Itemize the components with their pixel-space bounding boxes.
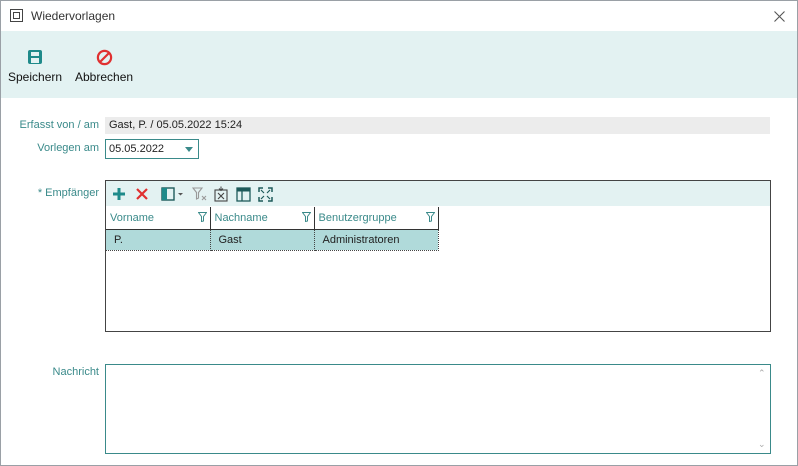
cell-benutzergruppe[interactable]: Administratoren (314, 228, 439, 251)
message-scrollbar[interactable]: ⌃ ⌄ (754, 365, 770, 453)
delete-x-icon (136, 188, 148, 200)
export-button[interactable] (212, 185, 230, 203)
clear-filter-icon (192, 187, 207, 201)
cancel-label: Abbrechen (75, 70, 134, 84)
table-row[interactable]: P. Gast Administratoren (106, 228, 439, 251)
ribbon-toolbar: Speichern Abbrechen (1, 31, 797, 98)
column-header-nachname[interactable]: Nachname (210, 207, 315, 230)
export-icon (214, 186, 228, 202)
scroll-down-icon[interactable]: ⌄ (758, 439, 766, 450)
close-button[interactable] (765, 3, 793, 29)
column-header-vorname[interactable]: Vorname (106, 207, 211, 230)
expand-button[interactable] (256, 185, 274, 203)
column-header-benutzergruppe[interactable]: Benutzergruppe (314, 207, 439, 230)
add-recipient-button[interactable] (110, 185, 128, 203)
plus-icon (113, 188, 125, 200)
cancel-button[interactable]: Abbrechen (75, 31, 133, 98)
cell-vorname[interactable]: P. (106, 228, 211, 251)
grid-toolbar (106, 181, 770, 206)
due-date-label: Vorlegen am (37, 142, 99, 154)
layout-button[interactable] (234, 185, 252, 203)
cancel-icon (95, 48, 113, 66)
filter-icon[interactable] (425, 212, 435, 225)
remove-recipient-button[interactable] (133, 185, 151, 203)
scroll-up-icon[interactable]: ⌃ (758, 368, 766, 379)
column-header-label: Vorname (110, 211, 155, 224)
message-label: Nachricht (52, 366, 99, 378)
column-chooser-button[interactable] (160, 185, 186, 203)
wiedervorlagen-window: Wiedervorlagen Speichern Abbrechen Erfas… (0, 0, 798, 466)
table-header-row: Vorname Nachname Benutzergruppe (106, 207, 439, 230)
due-date-dropdown[interactable]: 05.05.2022 (105, 139, 199, 159)
columns-icon (161, 187, 183, 201)
save-label: Speichern (8, 70, 63, 84)
save-button[interactable]: Speichern (8, 31, 62, 98)
recipients-label: * Empfänger (37, 187, 99, 199)
close-icon (773, 10, 785, 22)
created-value-field: Gast, P. / 05.05.2022 15:24 (105, 117, 770, 134)
expand-icon (257, 186, 273, 202)
chevron-down-icon[interactable] (185, 147, 193, 152)
column-header-label: Nachname (214, 211, 268, 224)
due-date-value: 05.05.2022 (109, 143, 165, 155)
recipients-table: Vorname Nachname Benutzergruppe P. Gast … (106, 207, 439, 251)
layout-icon (235, 186, 251, 202)
created-label: Erfasst von / am (19, 119, 99, 131)
cell-nachname[interactable]: Gast (210, 228, 315, 251)
title-bar: Wiedervorlagen (1, 1, 797, 31)
app-icon (10, 9, 23, 22)
save-icon (26, 48, 44, 66)
filter-icon[interactable] (301, 212, 311, 225)
clear-filter-button[interactable] (191, 185, 209, 203)
recipients-grid: Vorname Nachname Benutzergruppe P. Gast … (105, 180, 771, 332)
message-textarea[interactable]: ⌃ ⌄ (105, 364, 771, 454)
column-header-label: Benutzergruppe (318, 211, 397, 224)
window-title: Wiedervorlagen (31, 9, 116, 23)
filter-icon[interactable] (197, 212, 207, 225)
